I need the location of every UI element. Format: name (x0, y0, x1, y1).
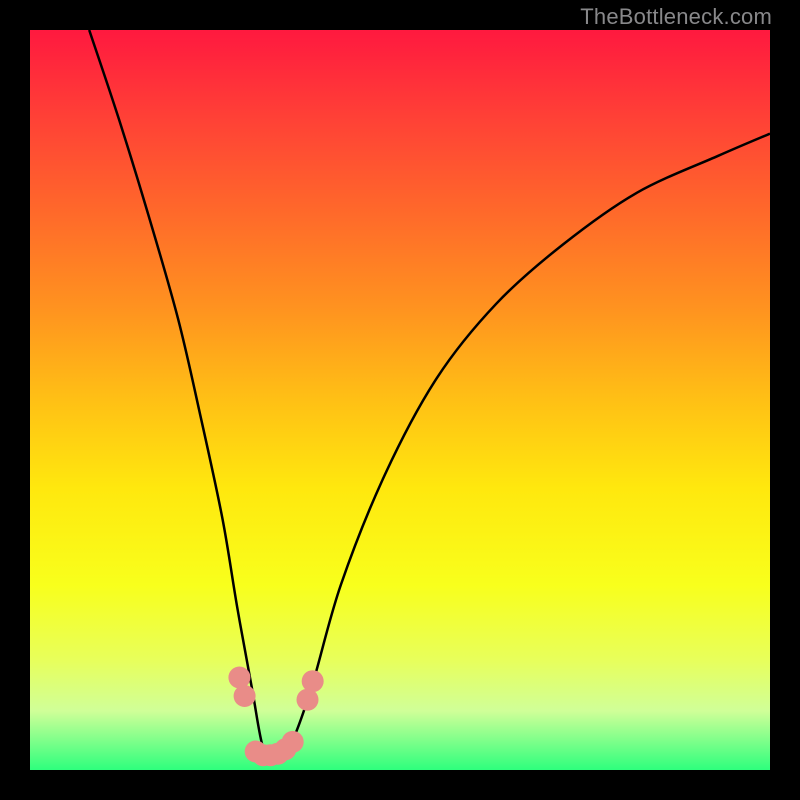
watermark-text: TheBottleneck.com (580, 4, 772, 30)
highlight-markers (228, 667, 323, 767)
marker-dot (228, 667, 250, 689)
marker-dot (297, 689, 319, 711)
chart-frame: TheBottleneck.com (0, 0, 800, 800)
marker-dot (234, 685, 256, 707)
bottleneck-curve (89, 30, 770, 756)
marker-dot (282, 731, 304, 753)
chart-svg (30, 30, 770, 770)
plot-area (30, 30, 770, 770)
marker-dot (302, 670, 324, 692)
